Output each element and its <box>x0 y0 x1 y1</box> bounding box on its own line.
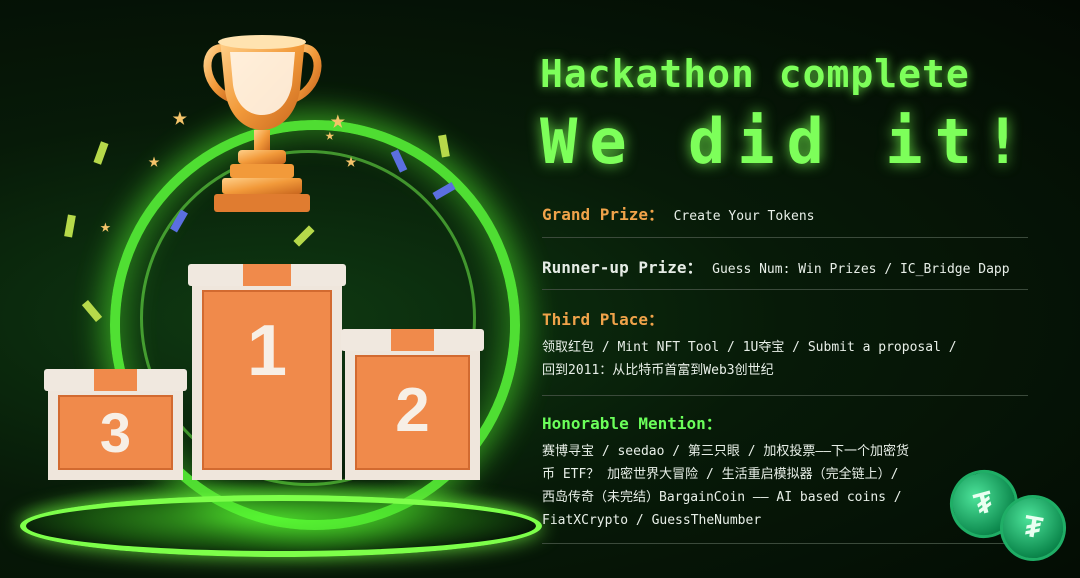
podium-second: 2 <box>341 329 484 480</box>
divider <box>542 395 1028 396</box>
third-place-label: Third Place： <box>542 310 664 329</box>
honorable-label: Honorable Mention： <box>542 414 722 433</box>
podium-third: 3 <box>44 369 187 480</box>
divider <box>542 289 1028 290</box>
runner-up-label: Runner-up Prize： <box>542 258 703 277</box>
third-place: Third Place： 领取红包 / Mint NFT Tool / 1U夺宝… <box>542 306 1030 382</box>
star-icon: ★ <box>325 125 335 144</box>
confetti <box>81 300 103 322</box>
runner-up-value: Guess Num: Win Prizes / IC_Bridge Dapp <box>712 262 1010 277</box>
list-item: 领取红包 / Mint NFT Tool / 1U夺宝 / Submit a p… <box>542 340 957 355</box>
list-item: 回到2011：从比特币首富到Web3创世纪 <box>542 363 774 378</box>
podium-illustration: ★ ★ ★ ★ ★ ★ 1 2 3 <box>0 0 560 578</box>
podium-number-2: 2 <box>395 376 430 445</box>
divider <box>542 237 1028 238</box>
title-line2: We did it! <box>540 105 1034 178</box>
star-icon: ★ <box>345 148 358 172</box>
podium-number-3: 3 <box>99 401 132 464</box>
divider <box>542 543 1028 544</box>
title-line1: Hackathon complete <box>540 52 970 96</box>
base-ring <box>20 495 542 557</box>
runner-up-prize: Runner-up Prize： Guess Num: Win Prizes /… <box>542 254 1030 278</box>
grand-prize: Grand Prize： Create Your Tokens <box>542 201 1030 225</box>
confetti <box>64 214 76 238</box>
grand-prize-label: Grand Prize： <box>542 205 664 224</box>
star-icon: ★ <box>148 148 161 172</box>
star-icon: ★ <box>100 216 111 237</box>
list-item: 赛博寻宝 / seedao / 第三只眼 / 加权投票——下一个加密货 <box>542 444 910 459</box>
confetti <box>93 141 109 165</box>
third-place-list: 领取红包 / Mint NFT Tool / 1U夺宝 / Submit a p… <box>542 336 1030 382</box>
star-icon: ★ <box>172 102 188 132</box>
podium-number-1: 1 <box>246 311 288 391</box>
confetti <box>438 134 450 158</box>
trophy-icon <box>203 35 322 212</box>
podium-first: 1 <box>188 264 346 480</box>
grand-prize-value: Create Your Tokens <box>673 209 815 224</box>
